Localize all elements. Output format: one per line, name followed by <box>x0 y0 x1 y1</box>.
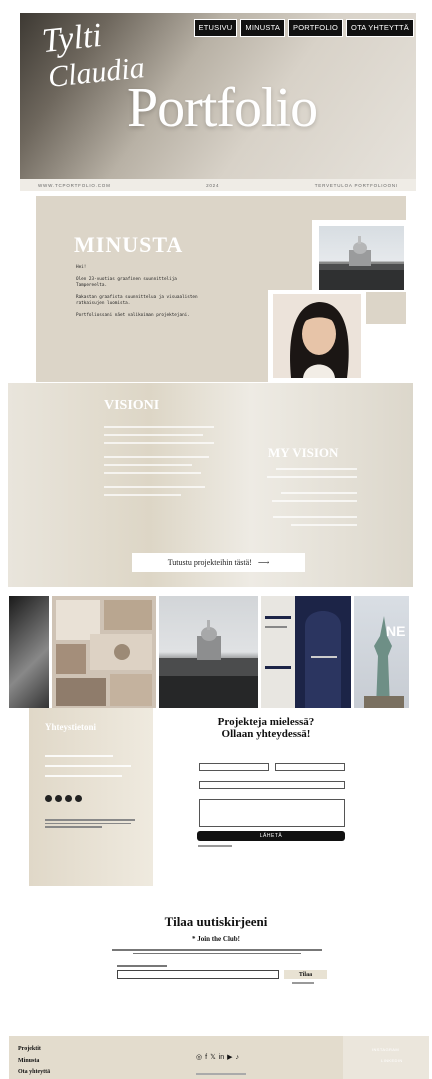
welcome-label: TERVETULOA PORTFOLIOONI <box>314 182 398 188</box>
newsletter-subscribe-button[interactable]: Tilaa <box>284 970 327 979</box>
city-photo <box>319 226 404 290</box>
nav-home[interactable]: ETUSIVU <box>193 19 238 37</box>
cathedral-illustration <box>319 236 404 290</box>
contact-info-title: Yhteystietoni <box>45 722 96 732</box>
contact-social-icons <box>45 795 82 802</box>
projects-cta-button[interactable]: Tutustu projekteihin tästä! ⟶ <box>132 553 305 572</box>
about-paragraph: Rakastan graafista suunnittelua ja visua… <box>76 294 198 307</box>
my-vision-title: MY VISION <box>268 445 339 460</box>
gallery-image-city[interactable] <box>159 596 258 708</box>
vision-text <box>104 420 214 502</box>
contact-info-lines <box>45 755 135 785</box>
about-paragraph: Hei! <box>76 265 87 270</box>
twitter-icon[interactable] <box>65 795 72 802</box>
newsletter-email-input[interactable] <box>117 970 279 979</box>
gallery-image-nyc[interactable]: NE <box>354 596 409 708</box>
city-illustration <box>159 620 258 708</box>
portrait-illustration <box>273 294 361 378</box>
hero-subbar: WWW.TCPORTFOLIO.COM 2024 TERVETULOA PORT… <box>20 179 416 191</box>
site-url: WWW.TCPORTFOLIO.COM <box>38 182 111 188</box>
statue-illustration: NE <box>364 616 405 708</box>
send-button[interactable]: LÄHETÄ <box>197 831 345 841</box>
gallery-image-brochure[interactable] <box>261 596 351 708</box>
instagram-icon[interactable] <box>45 795 52 802</box>
hero-title: Portfolio <box>127 77 318 139</box>
about-text: Hei! Olen 23-vuotias graafinen suunnitte… <box>76 265 204 325</box>
facebook-icon[interactable]: f <box>205 1054 207 1061</box>
contact-heading-line2: Ollaan yhteydessä! <box>221 728 311 740</box>
about-paragraph: Portfoliossani näet valikoiman projektej… <box>76 312 190 318</box>
linkedin-icon[interactable] <box>75 795 82 802</box>
newsletter-field-label <box>117 965 167 967</box>
footer-link-contact[interactable]: Ota yhteyttä <box>18 1069 50 1075</box>
newsletter-title: Tilaa uutiskirjeeni <box>164 914 268 929</box>
project-gallery: NE <box>9 596 409 708</box>
vision-title: VISIONI <box>104 398 160 413</box>
gallery-image-moodboard[interactable] <box>52 596 156 708</box>
top-nav: ETUSIVU MINUSTA PORTFOLIO OTA YHTEYTTÄ <box>193 19 414 37</box>
cta-label: Tutustu projekteihin tästä! <box>167 558 252 567</box>
arrow-right-icon: ⟶ <box>257 558 270 567</box>
gallery-image-portrait[interactable] <box>9 596 49 708</box>
nav-contact[interactable]: OTA YHTEYTTÄ <box>346 19 414 37</box>
svg-text:NE: NE <box>386 623 405 639</box>
facebook-icon[interactable] <box>55 795 62 802</box>
moodboard-illustration <box>56 600 152 706</box>
first-name-input[interactable] <box>199 763 269 771</box>
newsletter-text <box>112 947 322 956</box>
newsletter-subtitle: * Join the Club! <box>191 935 241 943</box>
privacy-note <box>198 845 232 847</box>
nav-portfolio[interactable]: PORTFOLIO <box>288 19 344 37</box>
footer-link-about[interactable]: Minusta <box>18 1058 39 1064</box>
footer-link-linkedin[interactable]: LINKEDIN <box>381 1058 403 1063</box>
year-label: 2024 <box>206 182 220 188</box>
newsletter-button-note <box>292 982 314 984</box>
about-title: MINUSTA <box>74 232 184 257</box>
portrait-photo <box>273 294 361 378</box>
footer-copyright <box>196 1073 246 1075</box>
footer-link-instagram[interactable]: INSTAGRAM <box>372 1047 399 1052</box>
linkedin-icon[interactable]: in <box>219 1054 224 1061</box>
contact-heading-line1: Projekteja mielessä? <box>217 716 315 728</box>
youtube-icon[interactable]: ▶ <box>227 1053 232 1061</box>
photo-frame <box>366 324 406 382</box>
instagram-icon[interactable]: ◎ <box>196 1053 202 1061</box>
contact-heading: Projekteja mielessä? Ollaan yhteydessä! <box>202 716 330 740</box>
twitter-icon[interactable]: 𝕏 <box>210 1053 216 1061</box>
contact-small-text <box>45 817 140 830</box>
message-textarea[interactable] <box>199 799 345 827</box>
nav-about[interactable]: MINUSTA <box>240 19 286 37</box>
email-input[interactable] <box>199 781 345 789</box>
about-paragraph: Olen 23-vuotias graafinen suunnittelija … <box>76 276 177 289</box>
tiktok-icon[interactable]: ♪ <box>236 1054 240 1061</box>
footer-social-icons: ◎ f 𝕏 in ▶ ♪ <box>196 1053 240 1062</box>
my-vision-text <box>262 462 357 532</box>
brochure-illustration <box>261 596 341 708</box>
footer-link-projects[interactable]: Projektit <box>18 1046 41 1052</box>
hero-script-name-1: Tylti <box>40 16 104 61</box>
last-name-input[interactable] <box>275 763 345 771</box>
